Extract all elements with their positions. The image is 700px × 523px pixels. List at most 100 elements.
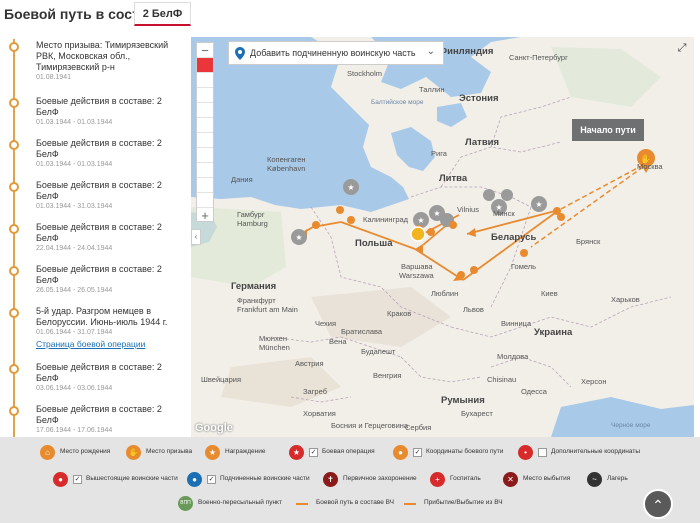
map-label-kaliningrad: Калининград: [363, 215, 409, 224]
zoom-level-step[interactable]: [197, 193, 213, 208]
zoom-level-step[interactable]: [197, 133, 213, 148]
map-label-frankfurt: Франкфурт: [237, 296, 276, 305]
map-label-hamburg: Гамбург: [237, 210, 265, 219]
legend-marker-icon: +: [430, 472, 445, 487]
timeline-panel[interactable]: Место призыва: Тимирязевский РВК, Москов…: [0, 37, 191, 437]
map-label-austria: Австрия: [295, 359, 324, 368]
map-label-lviv: Львов: [463, 305, 484, 314]
battle-operation-page-link[interactable]: Страница боевой операции: [36, 339, 145, 349]
timeline-dot-icon: [9, 140, 19, 150]
map-label-latvia: Латвия: [465, 137, 500, 148]
legend-label: Награждение: [225, 448, 266, 455]
timeline-dot-icon: [9, 406, 19, 416]
legend-marker-icon: ⌂: [40, 445, 55, 460]
zoom-in-button[interactable]: +: [197, 208, 213, 223]
map-label-budapest: Будапешт: [361, 347, 396, 356]
map-label-vinnytsia: Винница: [501, 319, 532, 328]
map-label-odessa: Одесса: [521, 387, 547, 396]
map-legend: ⌂ Место рождения ✋ Место призыва ★ Награждени…: [0, 437, 700, 523]
timeline-item-text: 5-й удар. Разгром немцев в Белоруссии. И…: [36, 306, 168, 327]
legend-label: Координаты боевого пути: [426, 448, 504, 455]
zoom-out-button[interactable]: −: [197, 43, 213, 58]
legend-label: Место выбытия: [523, 475, 571, 482]
zoom-level-step[interactable]: [197, 178, 213, 193]
zoom-level-step[interactable]: [197, 148, 213, 163]
legend-label: Первичное захоронение: [343, 475, 417, 482]
map-label-switzerland: Швейцария: [201, 375, 242, 384]
legend-label: Военно-пересыльный пункт: [198, 499, 282, 506]
legend-marker-icon: ВПП: [178, 496, 193, 511]
unit-tab-2belf[interactable]: 2 БелФ: [134, 2, 191, 26]
legend-marker-icon: •: [518, 445, 533, 460]
timeline-item-date: 03.06.1944 - 03.06.1944: [36, 385, 113, 392]
map-label-moscow: Москва: [637, 162, 663, 171]
legend-checkbox[interactable]: ✓: [309, 448, 318, 457]
timeline-item-date: 26.05.1944 - 26.05.1944: [36, 287, 113, 294]
map-label-minsk: Минск: [493, 209, 515, 218]
map-label-hamburg-local: Hamburg: [237, 219, 268, 228]
map-label-kharkiv: Харьков: [611, 295, 640, 304]
map-label-copenhagen-local: København: [267, 164, 306, 173]
zoom-level-step[interactable]: [197, 88, 213, 103]
map-label-czech: Чехия: [315, 319, 337, 328]
timeline-item-text: Место призыва: Тимирязевский РВК, Москов…: [36, 40, 169, 72]
dashed-route-line-icon: [404, 503, 416, 505]
timeline-item-date: 01.08.1941: [36, 74, 72, 81]
start-of-path-label: Начало пути: [572, 119, 644, 141]
map-label-krakow: Краков: [387, 309, 412, 318]
timeline-item-text: Боевые действия в составе: 2 БелФ: [36, 264, 162, 285]
map-label-bosnia: Босния и Герцеговина: [331, 421, 409, 430]
zoom-level-step[interactable]: [197, 163, 213, 178]
timeline-dot-icon: [9, 308, 19, 318]
legend-marker-icon: ✝: [323, 472, 338, 487]
legend-checkbox[interactable]: ✓: [73, 475, 82, 484]
legend-label: Боевая операция: [322, 448, 375, 455]
map-label-finland: Финляндия: [439, 46, 494, 57]
map-label-poland: Польша: [355, 238, 393, 249]
map-label-hungary: Венгрия: [373, 371, 402, 380]
timeline-dot-icon: [9, 364, 19, 374]
scroll-to-top-button[interactable]: ⌃: [643, 489, 673, 519]
zoom-control[interactable]: − +: [196, 42, 214, 223]
legend-label: Дополнительные координаты: [551, 448, 641, 455]
zoom-level-step[interactable]: [197, 118, 213, 133]
map[interactable]: ★ ★ ★ ★ ★ ★ ✋ Stockholm Финляндия Санкт-…: [191, 37, 694, 437]
map-label-croatia: Хорватия: [303, 409, 336, 418]
legend-checkbox[interactable]: ✓: [207, 475, 216, 484]
map-label-bucharest: Бухарест: [461, 409, 493, 418]
legend-label: Прибытие/Выбытие из ВЧ: [424, 499, 503, 506]
zoom-level-step[interactable]: [197, 103, 213, 118]
zoom-level-indicator[interactable]: [197, 58, 213, 73]
map-label-st-petersburg: Санкт-Петербург: [509, 53, 568, 62]
legend-label: Вышестоящие воинские части: [86, 475, 178, 482]
legend-checkbox[interactable]: ✓: [413, 448, 422, 457]
legend-label: Госпиталь: [450, 475, 481, 482]
map-label-moldova: Молдова: [497, 352, 529, 361]
map-label-germany: Германия: [231, 281, 277, 292]
map-label-bryansk: Брянск: [576, 237, 601, 246]
timeline-dot-icon: [9, 224, 19, 234]
legend-checkbox[interactable]: [538, 448, 547, 457]
map-label-romania: Румыния: [441, 395, 485, 406]
fullscreen-icon[interactable]: ⤢: [674, 42, 690, 58]
map-label-estonia: Эстония: [459, 93, 499, 104]
map-label-munich: Мюнхен: [259, 334, 287, 343]
timeline-item-date: 01.03.1944 - 01.03.1944: [36, 161, 113, 168]
svg-text:★: ★: [347, 183, 354, 192]
map-label-denmark: Дания: [231, 175, 253, 184]
map-label-frankfurt-local: Frankfurt am Main: [237, 305, 298, 314]
add-subordinate-unit-select[interactable]: Добавить подчиненную воинскую часть ⌄: [228, 41, 444, 65]
svg-text:★: ★: [535, 200, 542, 209]
map-label-warsaw: Варшава: [401, 262, 433, 271]
timeline-item-text: Боевые действия в составе: 2 БелФ: [36, 180, 162, 201]
map-label-munich-local: München: [259, 343, 290, 352]
map-label-black-sea: Черное море: [611, 422, 651, 429]
legend-label: Подчиненные воинские части: [220, 475, 310, 482]
timeline-item-date: 22.04.1944 - 24.04.1944: [36, 245, 113, 252]
zoom-level-step[interactable]: [197, 73, 213, 88]
legend-marker-icon: ●: [187, 472, 202, 487]
collapse-panel-chevron-icon[interactable]: ‹: [191, 229, 201, 245]
map-label-gomel: Гомель: [511, 262, 537, 271]
timeline-item-text: Боевые действия в составе: 2 БелФ: [36, 138, 162, 159]
legend-marker-icon: ✋: [126, 445, 141, 460]
